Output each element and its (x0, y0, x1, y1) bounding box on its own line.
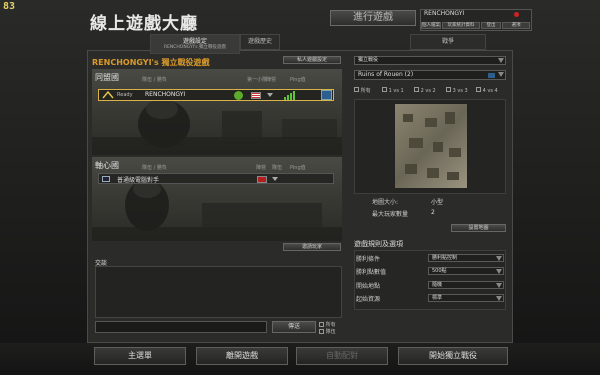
status-indicator-icon (514, 12, 519, 17)
ping-bars-icon (284, 91, 295, 100)
starting-resources-select[interactable]: 標準 (428, 294, 504, 302)
filter-1v1[interactable]: 1 vs 1 (382, 87, 404, 94)
fps-counter: 83 (3, 1, 16, 12)
start-location-select[interactable]: 隨機 (428, 281, 504, 289)
page-title: 線上遊戲大廳 (90, 14, 198, 34)
player-count-filter: 所有 1 vs 1 2 vs 2 3 vs 3 4 vs 4 (354, 87, 506, 96)
map-thumbnail (394, 103, 468, 189)
play-game-button[interactable]: 進行遊戲 (330, 10, 416, 26)
filter-1v1-checkbox[interactable] (382, 87, 387, 92)
auto-match-button[interactable]: 自動配對 (296, 347, 388, 365)
rule-label-points: 勝利點數值 (356, 269, 387, 276)
map-players-icon (488, 73, 495, 78)
allies-col-team: 隊伍 / 勝負 (142, 77, 167, 83)
username: RENCHONGYI (424, 10, 465, 17)
allies-col-type: 陣營 (266, 77, 277, 83)
chevron-down-icon (496, 269, 502, 274)
chat-option-team[interactable]: 隊伍 (319, 328, 336, 335)
game-title: RENCHONGYI's 獨立戰役遊戲 (92, 58, 210, 67)
faction-dropdown-icon[interactable] (267, 93, 273, 97)
rule-label-victory: 勝利條件 (356, 256, 381, 263)
game-mode-select[interactable]: 獨立戰役 (354, 56, 506, 65)
start-campaign-button[interactable]: 開始獨立戰役 (398, 347, 508, 365)
rule-label-start: 開始地點 (356, 283, 381, 290)
victory-points-select[interactable]: 500點 (428, 267, 504, 275)
map-select[interactable]: Ruins of Rouen (2) (354, 70, 506, 80)
axis-faction-dropdown-icon[interactable] (272, 177, 278, 181)
chevron-down-icon (498, 58, 504, 63)
axis-col-team: 隊伍 / 勝負 (142, 165, 167, 171)
leave-game-button[interactable]: 離開遊戲 (196, 347, 288, 365)
allies-col-rank: 第一小隊 (247, 77, 268, 83)
map-terrain-icon (403, 112, 461, 180)
slot-status-text: Ready (117, 92, 133, 98)
options-button[interactable]: 選項 (502, 22, 530, 29)
chevron-down-icon (496, 256, 502, 261)
victory-condition-select[interactable]: 勝利點控制 (428, 254, 504, 262)
profile-button[interactable]: 個人檔案 (421, 22, 441, 29)
player-stats-button[interactable]: 玩家統計資料 (442, 22, 480, 29)
axis-panel: 軸心國 隊伍 / 勝負 陣營 隊伍 Ping值 普通級電腦對手 (92, 157, 342, 241)
axis-player-slot[interactable]: 普通級電腦對手 (98, 173, 334, 184)
private-game-button[interactable]: 私人遊戲設定 (283, 56, 341, 64)
logout-button[interactable]: 登出 (481, 22, 501, 29)
filter-2v2-checkbox[interactable] (414, 87, 419, 92)
filter-all-checkbox[interactable] (354, 87, 359, 92)
chat-input[interactable] (95, 321, 267, 333)
axis-col-type: 陣營 (256, 165, 267, 171)
send-button[interactable]: 傳送 (272, 321, 316, 333)
germany-flag-icon (257, 176, 267, 183)
allies-panel: 同盟國 隊伍 / 勝負 第一小隊 陣營 Ping值 Ready RENCHONG… (92, 69, 342, 155)
filter-all[interactable]: 所有 (354, 87, 371, 94)
max-players-label: 最大玩家數量 (372, 211, 409, 218)
tab-game-settings-sub: RENCHONGYI's 獨立戰役遊戲 (163, 45, 227, 50)
max-players-value: 2 (431, 209, 435, 216)
chevron-down-icon (498, 72, 504, 77)
allies-player-name: RENCHONGYI (145, 91, 186, 98)
axis-col-rank: 隊伍 (272, 165, 283, 171)
rule-label-resources: 起始資源 (356, 296, 381, 303)
us-flag-icon (251, 92, 261, 99)
filter-2v2[interactable]: 2 vs 2 (414, 87, 436, 94)
axis-label: 軸心國 (95, 161, 119, 170)
map-settings-button[interactable]: 設置地圖 (451, 224, 506, 232)
invite-players-button[interactable]: 邀請玩家 (283, 243, 341, 251)
chevron-down-icon (496, 296, 502, 301)
filter-3v3-checkbox[interactable] (446, 87, 451, 92)
checkbox-team[interactable] (319, 329, 324, 334)
chevron-down-icon (496, 283, 502, 288)
rank-chevron-icon (102, 91, 114, 99)
computer-monitor-icon (102, 176, 110, 182)
rules-title: 遊戲規則及選項 (354, 240, 403, 248)
main-menu-button[interactable]: 主選單 (94, 347, 186, 365)
allies-label: 同盟國 (95, 73, 119, 82)
axis-col-ping: Ping值 (290, 165, 306, 171)
filter-4v4-checkbox[interactable] (476, 87, 481, 92)
filter-3v3[interactable]: 3 vs 3 (446, 87, 468, 94)
tab-game-history[interactable]: 遊戲歷史 (240, 34, 280, 50)
chat-option-all[interactable]: 所有 (319, 321, 336, 328)
map-size-label: 地圖大小: (372, 199, 399, 206)
axis-player-name: 普通級電腦對手 (117, 177, 160, 184)
allies-player-slot[interactable]: Ready RENCHONGYI (98, 89, 334, 101)
tab-chat[interactable]: 戰爭 (410, 34, 486, 50)
map-size-value: 小型 (431, 199, 444, 206)
filter-4v4[interactable]: 4 vs 4 (476, 87, 498, 94)
checkbox-all[interactable] (319, 322, 324, 327)
allies-col-ping: Ping值 (290, 77, 306, 83)
chat-log (95, 266, 342, 318)
player-search-icon[interactable] (321, 90, 332, 100)
ready-badge-icon (234, 91, 243, 100)
